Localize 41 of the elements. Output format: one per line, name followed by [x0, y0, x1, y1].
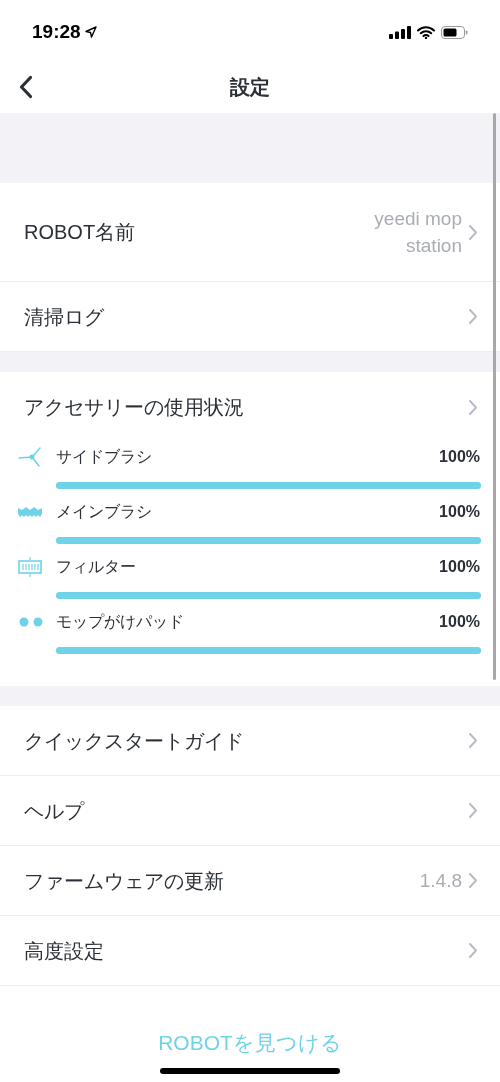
- row-label: ヘルプ: [24, 798, 84, 824]
- accessory-percent: 100%: [439, 447, 480, 467]
- chevron-right-icon: [468, 308, 478, 325]
- back-icon: [19, 75, 33, 99]
- accessory-percent: 100%: [439, 557, 480, 577]
- mop-pads-icon: [18, 616, 44, 628]
- location-arrow-icon: [84, 26, 97, 38]
- side-brush-icon: [18, 446, 42, 468]
- accessory-name: モップがけパッド: [56, 612, 185, 632]
- accessory-name: メインブラシ: [56, 502, 153, 522]
- row-value: yeedi mop station: [373, 207, 462, 258]
- main-brush-icon: [18, 505, 42, 519]
- chevron-right-icon: [468, 872, 478, 889]
- row-label: ROBOT名前: [24, 220, 136, 245]
- accessory-percent: 100%: [439, 502, 480, 522]
- row-label: 高度設定: [24, 938, 104, 964]
- signal-icon: [389, 25, 411, 39]
- row-value: 1.4.8: [419, 869, 462, 893]
- row-label: クイックスタートガイド: [24, 728, 244, 754]
- settings-row[interactable]: 高度設定: [0, 916, 500, 986]
- accessory-name: フィルター: [56, 557, 137, 577]
- accessory-percent: 100%: [439, 612, 480, 632]
- nav-title: 設定: [230, 74, 270, 100]
- settings-row[interactable]: クイックスタートガイド: [0, 706, 500, 776]
- settings-row[interactable]: ROBOT名前 yeedi mop station: [0, 183, 500, 282]
- chevron-right-icon: [468, 398, 478, 416]
- wifi-icon: [417, 25, 435, 39]
- chevron-right-icon: [468, 802, 478, 819]
- chevron-right-icon: [468, 223, 478, 241]
- row-label: 清掃ログ: [24, 304, 104, 330]
- battery-icon: [441, 25, 468, 39]
- settings-row[interactable]: ファームウェアの更新 1.4.8: [0, 846, 500, 916]
- accessory-name: サイドブラシ: [56, 447, 153, 467]
- row-label: アクセサリーの使用状況: [24, 395, 244, 420]
- chevron-right-icon: [468, 732, 478, 749]
- settings-row[interactable]: ヘルプ: [0, 776, 500, 846]
- row-label: ファームウェアの更新: [24, 868, 224, 894]
- filter-icon: [18, 557, 42, 577]
- chevron-right-icon: [468, 942, 478, 959]
- settings-row[interactable]: アクセサリーの使用状況: [0, 372, 500, 442]
- status-time: 19:28: [32, 19, 81, 44]
